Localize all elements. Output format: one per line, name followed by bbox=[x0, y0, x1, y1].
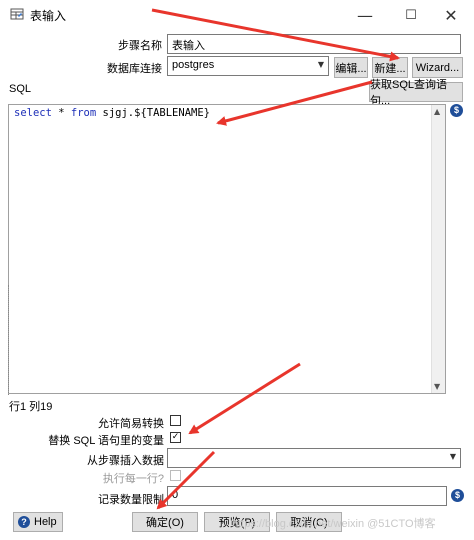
wizard-button[interactable]: Wizard... bbox=[412, 57, 463, 78]
minimize-icon: — bbox=[357, 5, 373, 25]
help-label: Help bbox=[34, 516, 57, 528]
window-title: 表输入 bbox=[30, 9, 67, 23]
limit-label: 记录数量限制 bbox=[98, 494, 164, 506]
table-input-icon bbox=[10, 8, 24, 20]
title-bar: 表输入 — ☐ ✕ bbox=[0, 0, 474, 30]
replace-vars-checkbox[interactable]: ✓ bbox=[170, 432, 181, 443]
new-button[interactable]: 新建... bbox=[372, 57, 408, 78]
left-edge-strip bbox=[0, 285, 9, 395]
watermark: https://blog.csdn.net/weixin @51CTO博客 bbox=[232, 518, 436, 530]
cursor-position-status: 行1 列19 bbox=[9, 401, 53, 413]
execute-each-row-label: 执行每一行? bbox=[102, 473, 164, 485]
sql-editor[interactable]: select * from sjgj.${TABLENAME} ▲ ▼ bbox=[8, 104, 446, 394]
step-name-value: 表输入 bbox=[172, 40, 205, 52]
close-button[interactable]: ✕ bbox=[428, 0, 474, 30]
check-icon: ✓ bbox=[171, 432, 180, 442]
db-connection-label: 数据库连接 bbox=[107, 63, 162, 75]
step-name-label: 步骤名称 bbox=[118, 40, 162, 52]
db-connection-value: postgres bbox=[172, 59, 215, 71]
lazy-conversion-checkbox[interactable] bbox=[170, 415, 181, 426]
insert-from-step-label: 从步骤插入数据 bbox=[87, 455, 164, 467]
sql-star: * bbox=[51, 107, 71, 119]
replace-vars-label: 替换 SQL 语句里的变量 bbox=[48, 435, 164, 447]
variable-icon: $ bbox=[450, 104, 463, 117]
execute-each-row-checkbox[interactable] bbox=[170, 470, 181, 481]
limit-value: 0 bbox=[172, 489, 179, 501]
maximize-icon: ☐ bbox=[405, 7, 417, 23]
edit-button[interactable]: 编辑... bbox=[334, 57, 368, 78]
db-connection-select[interactable]: postgres ▼ bbox=[167, 56, 329, 76]
help-button[interactable]: ? Help bbox=[13, 512, 63, 532]
sql-table: sjgj.${TABLENAME} bbox=[96, 107, 210, 119]
sql-scrollbar[interactable]: ▲ ▼ bbox=[431, 105, 445, 393]
sql-label: SQL bbox=[9, 83, 32, 95]
minimize-button[interactable]: — bbox=[342, 0, 388, 30]
scroll-up-icon[interactable]: ▲ bbox=[434, 107, 440, 116]
ok-button[interactable]: 确定(O) bbox=[132, 512, 198, 532]
sql-code: select * from sjgj.${TABLENAME} bbox=[14, 107, 210, 119]
sql-keyword-from: from bbox=[70, 107, 97, 119]
insert-from-step-select[interactable]: ▼ bbox=[167, 448, 461, 468]
variable-icon: $ bbox=[451, 489, 464, 502]
step-name-input[interactable]: 表输入 bbox=[167, 34, 461, 54]
help-icon: ? bbox=[18, 516, 30, 528]
chevron-down-icon: ▼ bbox=[449, 452, 456, 461]
scroll-down-icon[interactable]: ▼ bbox=[434, 382, 440, 391]
limit-input[interactable]: 0 bbox=[167, 486, 447, 506]
lazy-conversion-label: 允许简易转换 bbox=[98, 418, 164, 430]
get-sql-button[interactable]: 获取SQL查询语句... bbox=[369, 79, 463, 107]
sql-keyword-select: select bbox=[14, 107, 52, 119]
chevron-down-icon: ▼ bbox=[317, 60, 324, 69]
close-icon: ✕ bbox=[444, 5, 458, 25]
